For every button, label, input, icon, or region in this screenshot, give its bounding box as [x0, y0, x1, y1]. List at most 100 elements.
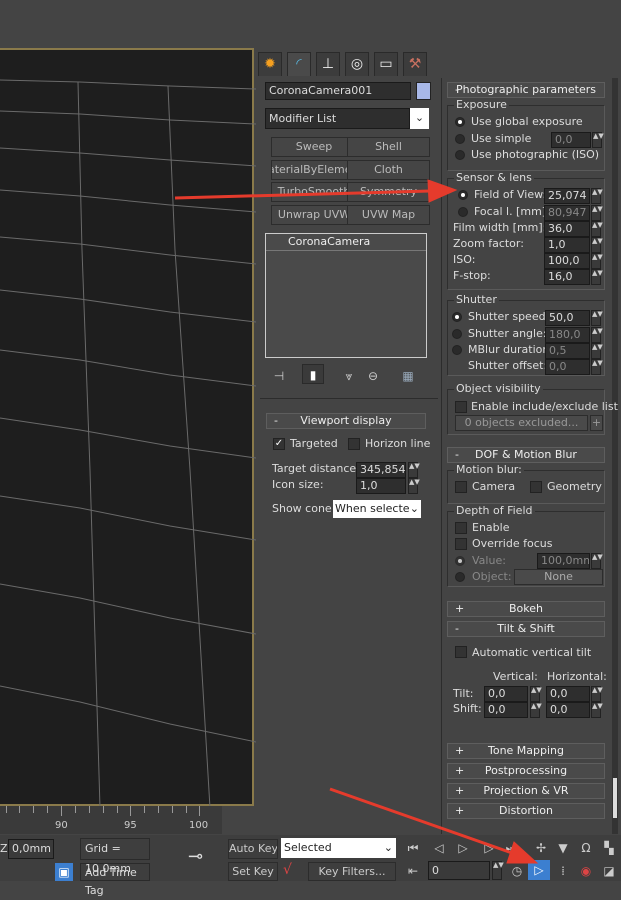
f-stop-spinner[interactable]: ▲▼: [591, 269, 603, 285]
tilt-horizontal-field[interactable]: 0,0: [546, 686, 590, 702]
go-to-start-icon[interactable]: ⏮: [402, 838, 424, 858]
bokeh-rollout-header[interactable]: + Bokeh: [447, 601, 605, 617]
motion-tab[interactable]: ◎: [345, 52, 369, 76]
mblur-duration-radio[interactable]: [452, 345, 462, 355]
next-frame-icon[interactable]: ▷: [478, 838, 500, 858]
time-configuration-icon[interactable]: ◷: [506, 861, 528, 881]
create-tab[interactable]: ✹: [258, 52, 282, 76]
modifier-button-symmetry[interactable]: Symmetry: [347, 182, 430, 202]
timeline-ruler[interactable]: 90 95 100: [0, 806, 222, 834]
focal-length-spinner[interactable]: ▲▼: [591, 205, 603, 221]
targeted-checkbox[interactable]: ✓: [273, 438, 285, 450]
mblur-duration-spinner[interactable]: ▲▼: [591, 343, 603, 359]
modifier-button-materialbyelement[interactable]: aterialByElemer: [271, 160, 357, 180]
focus-object-radio[interactable]: [455, 572, 465, 582]
icon-size-field[interactable]: 1,0: [356, 478, 406, 494]
make-unique-icon[interactable]: ⩔: [338, 366, 360, 386]
distortion-rollout-header[interactable]: + Distortion: [447, 803, 605, 819]
object-name-field[interactable]: CoronaCamera001: [265, 82, 411, 100]
shift-vertical-field[interactable]: 0,0: [484, 702, 528, 718]
use-simple-radio[interactable]: [455, 134, 465, 144]
configure-modifier-sets-icon[interactable]: ▦: [397, 366, 419, 386]
modifier-list-dropdown[interactable]: Modifier List: [265, 108, 410, 129]
shutter-angle-spinner[interactable]: ▲▼: [591, 327, 603, 343]
pan-icon[interactable]: ✢: [530, 838, 552, 858]
horizon-line-checkbox[interactable]: [348, 438, 360, 450]
utilities-tab[interactable]: ⚒: [403, 52, 427, 76]
z-coordinate-field[interactable]: 0,0mm: [8, 839, 54, 859]
mblur-duration-field[interactable]: 0,5: [545, 343, 590, 359]
tilt-vertical-spinner[interactable]: ▲▼: [530, 686, 542, 702]
tilt-shift-rollout-header[interactable]: - Tilt & Shift: [447, 621, 605, 637]
focus-value-radio[interactable]: [455, 556, 465, 566]
key-icon[interactable]: ⊸: [188, 846, 203, 867]
modify-tab[interactable]: ◜: [287, 52, 311, 76]
add-time-tag-button[interactable]: Add Time Tag: [80, 863, 150, 897]
focal-length-radio[interactable]: [458, 207, 468, 217]
modifier-stack[interactable]: CoronaCamera: [265, 233, 427, 358]
shutter-offset-field[interactable]: 0,0: [545, 359, 590, 375]
tilt-vertical-field[interactable]: 0,0: [484, 686, 528, 702]
key-mode-dropdown[interactable]: Selected ⌄: [281, 838, 396, 858]
motion-blur-camera-checkbox[interactable]: [455, 481, 467, 493]
auto-key-button[interactable]: Auto Key: [228, 839, 278, 859]
focal-length-field[interactable]: 80,947: [544, 205, 590, 221]
film-width-field[interactable]: 36,0: [544, 221, 590, 237]
modifier-button-sweep[interactable]: Sweep: [271, 137, 357, 157]
photographic-rollout-header[interactable]: - Photographic parameters: [447, 82, 605, 98]
maximize-viewport-icon[interactable]: ▚: [598, 838, 620, 858]
focus-object-button[interactable]: None: [514, 569, 603, 585]
modifier-button-unwrap-uvw[interactable]: Unwrap UVW: [271, 205, 357, 225]
projection-vr-rollout-header[interactable]: + Projection & VR: [447, 783, 605, 799]
object-color-swatch[interactable]: [416, 82, 431, 100]
target-distance-spinner[interactable]: ▲▼: [408, 462, 420, 478]
shutter-angle-radio[interactable]: [452, 329, 462, 339]
field-of-view-spinner[interactable]: ▲▼: [591, 188, 603, 204]
shutter-offset-spinner[interactable]: ▲▼: [591, 359, 603, 375]
dof-enable-checkbox[interactable]: [455, 522, 467, 534]
set-key-button[interactable]: Set Key: [228, 862, 278, 881]
previous-frame-icon[interactable]: ◁: [428, 838, 450, 858]
modifier-button-uvw-map[interactable]: UVW Map: [347, 205, 430, 225]
iso-spinner[interactable]: ▲▼: [591, 253, 603, 269]
show-end-result-icon[interactable]: ▮: [302, 364, 324, 384]
scrollbar[interactable]: [612, 78, 618, 834]
field-of-view-icon[interactable]: ▼: [552, 838, 574, 858]
shutter-speed-spinner[interactable]: ▲▼: [591, 310, 603, 326]
zoom-extents-icon[interactable]: ◪: [598, 861, 620, 881]
shutter-speed-radio[interactable]: [452, 312, 462, 322]
remove-modifier-icon[interactable]: ⊖: [362, 366, 384, 386]
target-distance-field[interactable]: 345,854m: [356, 462, 406, 478]
zoom-factor-field[interactable]: 1,0: [544, 237, 590, 253]
focus-value-field[interactable]: 100,0mm: [537, 553, 590, 569]
active-render-viewport-icon[interactable]: ▷: [528, 860, 550, 880]
modifier-button-cloth[interactable]: Cloth: [347, 160, 430, 180]
display-tab[interactable]: ▭: [374, 52, 398, 76]
play-icon[interactable]: ▷: [452, 838, 474, 858]
walkthrough-icon[interactable]: ⁞: [552, 861, 574, 881]
override-focus-checkbox[interactable]: [455, 538, 467, 550]
key-filters-button[interactable]: Key Filters...: [308, 862, 396, 881]
shutter-speed-field[interactable]: 50,0: [545, 310, 590, 326]
dof-motion-blur-rollout-header[interactable]: - DOF & Motion Blur: [447, 447, 605, 463]
go-to-end-icon[interactable]: ⏭: [500, 838, 522, 858]
focus-value-spinner[interactable]: ▲▼: [591, 553, 603, 569]
objects-excluded-button[interactable]: 0 objects excluded...: [455, 415, 588, 431]
key-tangent-icon[interactable]: √: [283, 862, 292, 878]
shift-horizontal-spinner[interactable]: ▲▼: [591, 702, 603, 718]
shift-horizontal-field[interactable]: 0,0: [546, 702, 590, 718]
motion-blur-geometry-checkbox[interactable]: [530, 481, 542, 493]
film-width-spinner[interactable]: ▲▼: [591, 221, 603, 237]
viewport-display-rollout-header[interactable]: - Viewport display: [266, 413, 426, 429]
automatic-vertical-tilt-checkbox[interactable]: [455, 646, 467, 658]
tilt-horizontal-spinner[interactable]: ▲▼: [591, 686, 603, 702]
field-of-view-field[interactable]: 25,074: [544, 188, 590, 204]
use-photographic-radio[interactable]: [455, 150, 465, 160]
orbit-icon[interactable]: Ω: [575, 838, 597, 858]
shutter-angle-field[interactable]: 180,0: [545, 327, 590, 343]
simple-exposure-field[interactable]: 0,0: [551, 132, 591, 148]
field-of-view-radio[interactable]: [458, 190, 468, 200]
chevron-down-icon[interactable]: ⌄: [410, 108, 429, 129]
simple-exposure-spinner[interactable]: ▲▼: [592, 132, 604, 148]
tone-mapping-rollout-header[interactable]: + Tone Mapping: [447, 743, 605, 759]
